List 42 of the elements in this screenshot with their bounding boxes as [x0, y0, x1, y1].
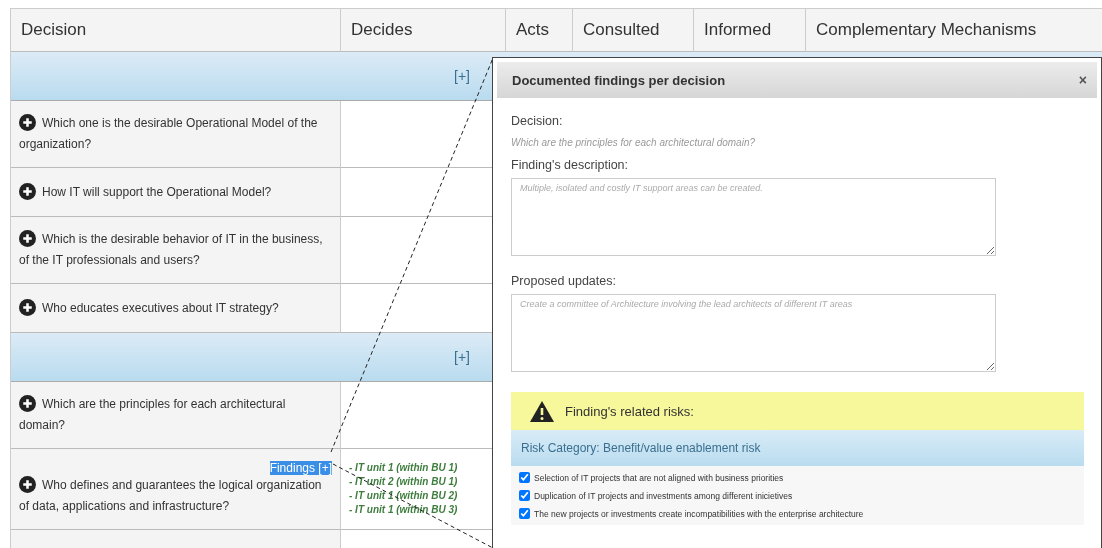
- plus-circle-icon[interactable]: [19, 476, 36, 493]
- column-header: Decides: [341, 9, 506, 52]
- plus-circle-icon[interactable]: [19, 230, 36, 247]
- decision-question: How IT will support the Operational Model?: [19, 181, 332, 203]
- column-header: Informed: [694, 9, 806, 52]
- warning-icon: [529, 399, 555, 423]
- column-header: Complementary Mechanisms: [806, 9, 1102, 52]
- column-header: Decision: [11, 9, 341, 52]
- field-label: Decision:: [511, 114, 564, 128]
- risks-title: Finding's related risks:: [565, 403, 694, 419]
- input-field[interactable]: Create a committee of Architecture involving the lead architects of different IT areas: [511, 294, 996, 372]
- plus-circle-icon[interactable]: [19, 298, 36, 316]
- field-label: Proposed updates:: [511, 274, 617, 288]
- column-header: Acts: [506, 9, 573, 52]
- plus-circle-icon[interactable]: [19, 395, 36, 412]
- decides-item: - IT unit 1 (within BU 1): [349, 461, 459, 475]
- close-button[interactable]: ×: [1078, 72, 1087, 88]
- dialog-title: Documented findings per decision: [512, 72, 726, 88]
- risk-item[interactable]: Duplication of IT projects and investments among different inicietives: [519, 490, 1076, 501]
- findings-link[interactable]: Findings [+]: [269, 461, 332, 475]
- expand-link[interactable]: [+]: [454, 68, 470, 84]
- risk-checkbox[interactable]: [519, 490, 530, 501]
- column-header: Consulted: [573, 9, 694, 52]
- plus-circle-icon[interactable]: [19, 182, 36, 200]
- field-value: Which are the principles for each architectural domain?: [511, 137, 756, 148]
- risk-checkbox[interactable]: [519, 508, 530, 519]
- risk-item[interactable]: Selection of IT projects that are not aligned with business priorities: [519, 472, 1076, 483]
- risk-checkbox[interactable]: [519, 472, 530, 483]
- decides-item: - IT unit 1 (within BU 3): [349, 503, 459, 517]
- plus-circle-icon[interactable]: [19, 114, 36, 131]
- decision-question: Who educates executives about IT strategy?: [19, 297, 332, 319]
- decision-question: Which one is the desirable Operational Model of the organization?: [19, 113, 319, 153]
- input-field[interactable]: Multiple, isolated and costly IT support areas can be created.: [511, 178, 996, 256]
- decision-question: Which are the principles for each architectural domain?: [19, 394, 287, 434]
- decision-question: Which is the desirable behavior of IT in the business, of the IT professionals and users?: [19, 229, 324, 269]
- field-label: Finding's description:: [511, 158, 630, 172]
- expand-link[interactable]: [+]: [454, 349, 470, 365]
- risk-item[interactable]: The new projects or investments create incompatibilities with the enterprise architecture: [519, 508, 1076, 519]
- decides-item: - IT unit 2 (within BU 1): [349, 475, 459, 489]
- risk-category: Risk Category: Benefit/value enablement risk: [511, 430, 1084, 466]
- decides-item: - IT unit 1 (within BU 2): [349, 489, 459, 503]
- decision-question: Who defines and guarantees the logical organization of data, applications and infrastructure?: [19, 475, 323, 515]
